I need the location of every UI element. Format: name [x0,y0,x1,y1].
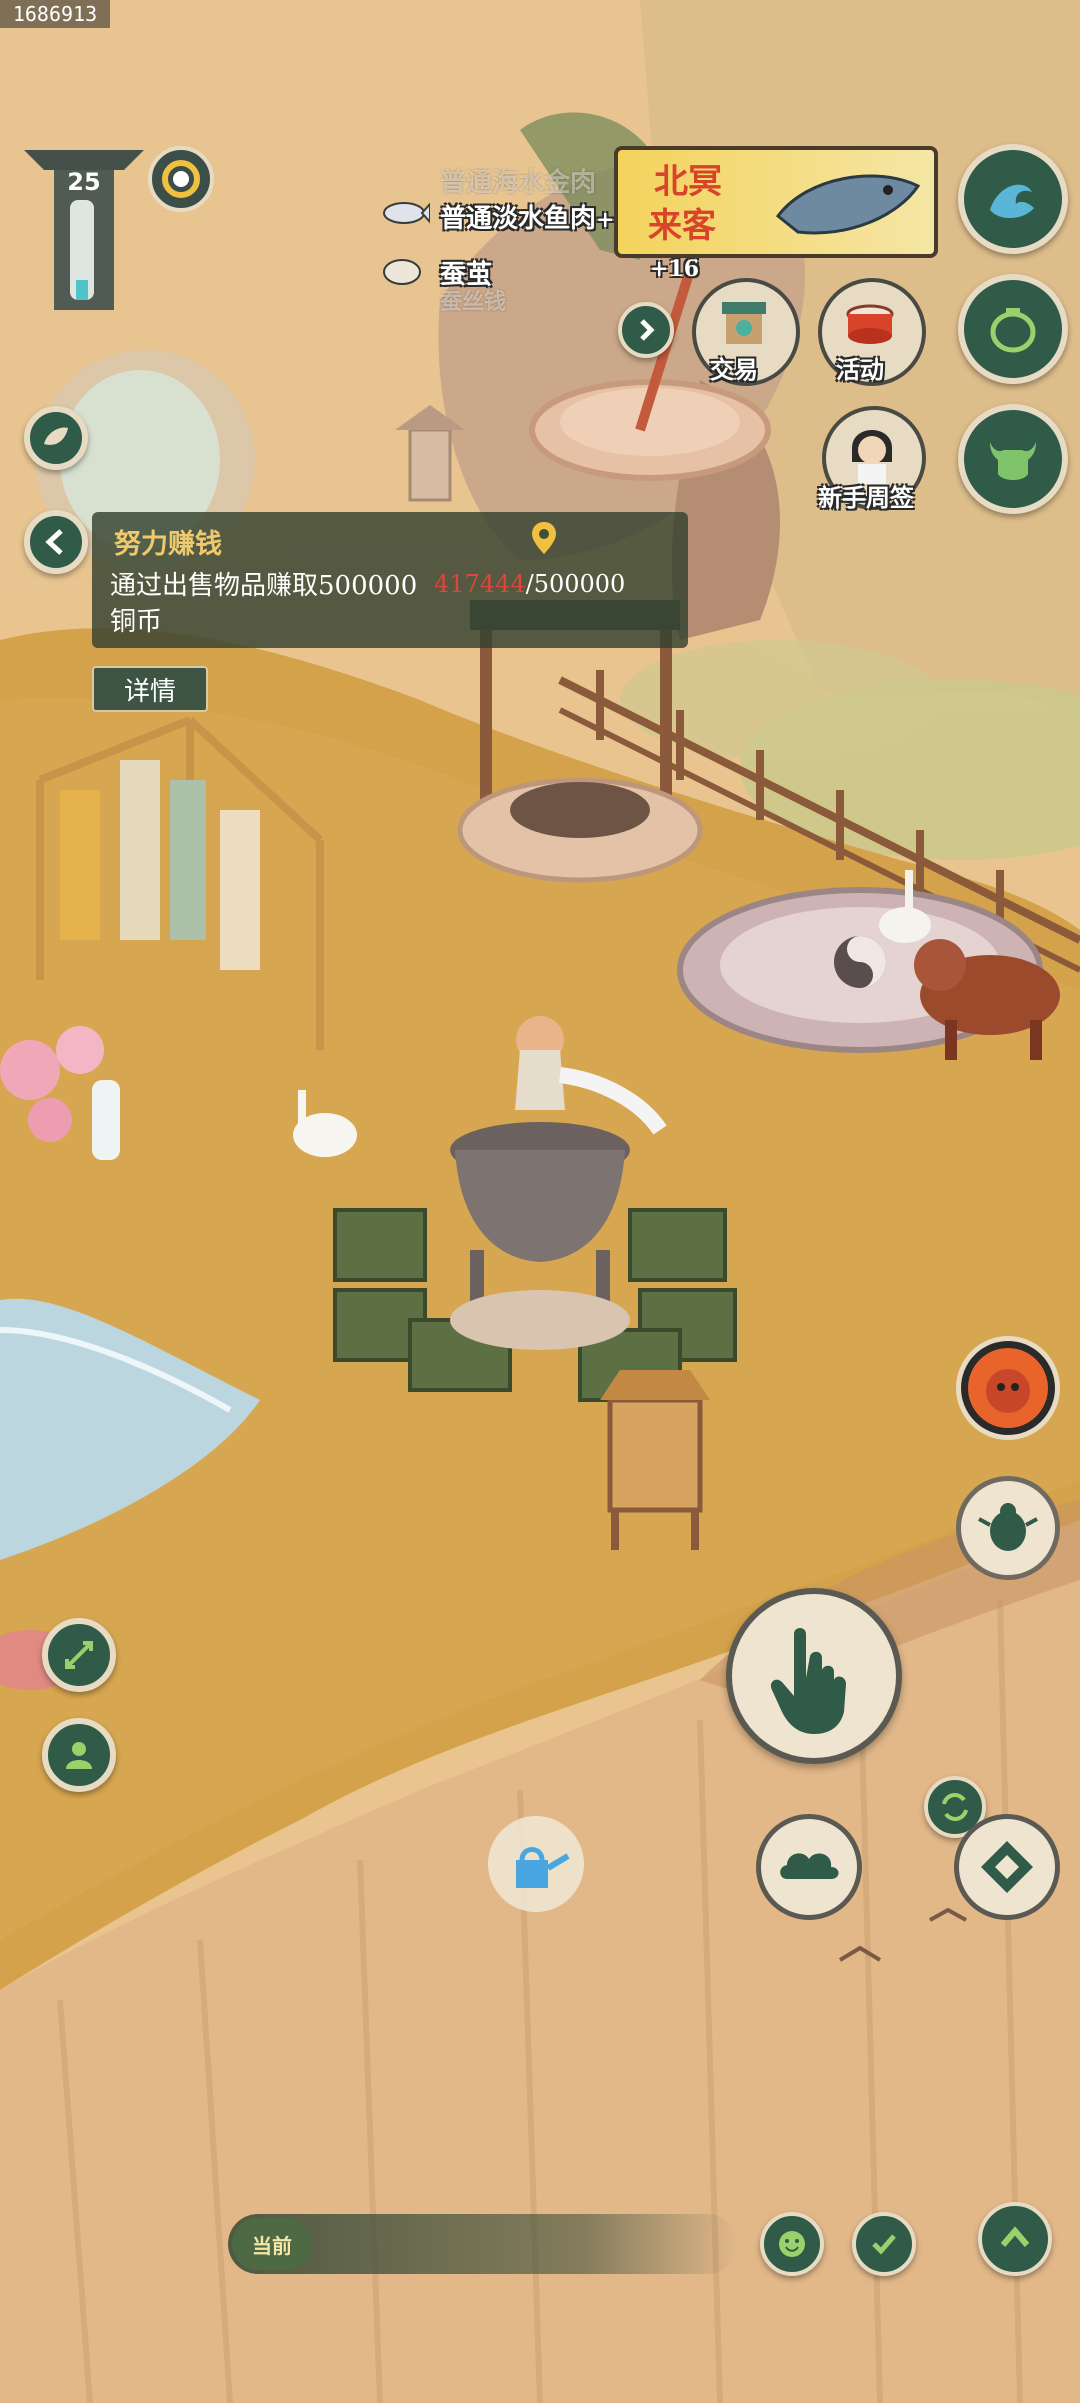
activity-button[interactable]: 活动 [818,278,926,386]
person-icon [66,1742,92,1769]
current-channel-tag[interactable]: 当前 [232,2218,312,2270]
back-arrow-icon [45,529,63,555]
interact-button[interactable] [726,1588,902,1764]
wave-icon [990,184,1034,219]
wave-button[interactable] [958,144,1068,254]
expand-view-button[interactable] [42,1618,116,1692]
details-button[interactable]: 详情 [92,666,208,712]
cloud-skill-button[interactable] [756,1814,862,1920]
leaf-button[interactable] [24,406,88,470]
quest-title: 努力赚钱 [114,529,222,560]
quest-description: 通过出售物品赚取500000铜币 [110,571,418,637]
collapse-quest-button[interactable] [24,510,88,574]
collapse-up-button[interactable] [978,2202,1052,2276]
diamond-skill-button[interactable] [954,1814,1060,1920]
watering-can-button[interactable] [488,1816,584,1912]
feed-item-faded: 普通海水金肉 [440,168,597,198]
quest-panel[interactable]: 努力赚钱 通过出售物品赚取500000铜币 417444/500000 [92,512,688,648]
novice-week-label: 新手周签 [818,483,914,512]
pot-button[interactable] [958,274,1068,384]
check-icon [872,2234,896,2255]
drum-icon [846,304,894,344]
character-portrait-icon [852,430,892,484]
expand-icon [65,1641,93,1669]
activity-label: 活动 [836,355,884,384]
level-pillar[interactable]: 25 [24,140,144,320]
day-cycle-icon[interactable] [148,146,214,212]
expand-menu-button[interactable] [618,302,674,358]
progress-total: /500000 [525,570,626,598]
feed-item-faded: 蚕丝钱 [440,289,507,315]
kun-fish-icon [775,174,921,235]
smile-icon [779,2231,805,2257]
pillar-icon [24,150,144,310]
event-banner[interactable]: 北冥 来客 [614,146,938,258]
task-check-button[interactable] [852,2212,916,2276]
novice-week-button[interactable]: 新手周签 [818,406,928,512]
trade-stall-icon [722,302,766,344]
location-pin-icon[interactable] [530,520,558,556]
hero-button[interactable] [956,1336,1060,1440]
progress-current: 417444 [434,570,526,598]
character-button[interactable] [42,1718,116,1792]
cocoon-icon [380,254,424,294]
trade-button[interactable]: 交易 [692,278,800,386]
emote-button[interactable] [760,2212,824,2276]
up-arrow-icon [1000,2226,1030,2247]
level-number: 25 [67,168,101,196]
watering-can-icon [516,1847,570,1888]
hand-tap-icon [770,1628,846,1734]
beetle-button[interactable] [956,1476,1060,1580]
trade-label: 交易 [710,355,758,384]
quest-progress: 417444/500000 [434,570,625,598]
event-banner-line2: 来客 [648,206,716,246]
ox-head-icon [990,442,1036,480]
chevron-right-icon [640,319,655,341]
watermark-id: 1686913 [0,0,110,28]
hero-portrait-icon [968,1348,1048,1428]
cloud-icon [780,1853,839,1879]
feed-item: 普通淡水鱼肉+1 [440,204,630,234]
leaf-icon [44,427,68,445]
beetle-icon [978,1503,1038,1551]
pot-icon [990,308,1036,353]
fish-icon [378,196,431,234]
ox-head-button[interactable] [958,404,1068,514]
event-banner-line1: 北冥 [654,162,722,202]
diamond-icon [981,1841,1033,1893]
